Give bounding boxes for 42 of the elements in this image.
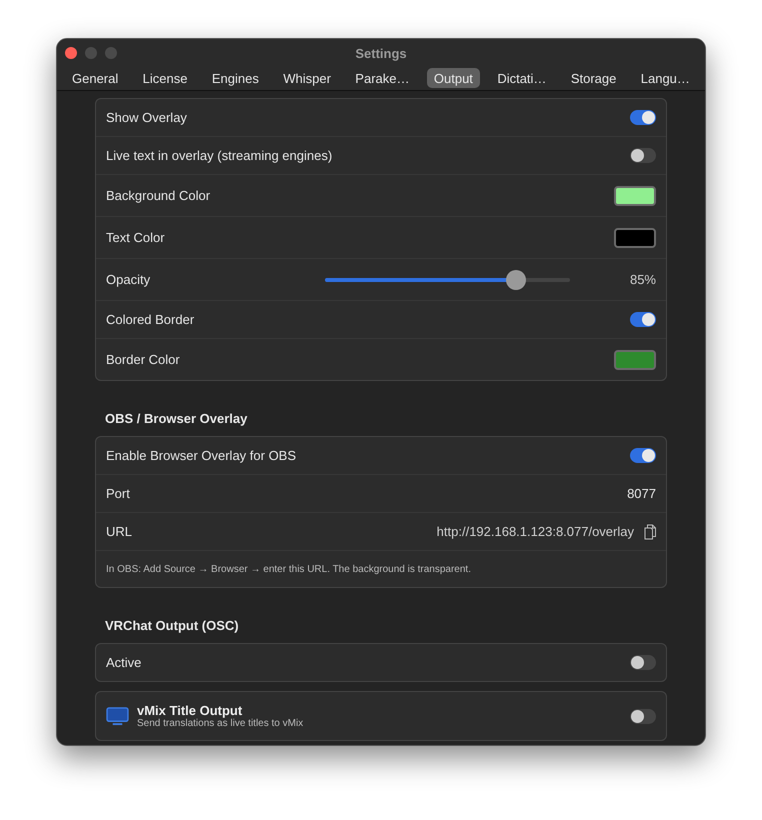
tab[interactable]: Langu… [634,68,697,88]
monitor-icon [106,706,129,726]
setting-label: Port [106,486,130,501]
setting-label: Enable Browser Overlay for OBS [106,448,296,463]
slider-thumb[interactable] [506,270,526,290]
close-button[interactable] [65,47,77,59]
color-well[interactable] [614,228,656,248]
toggle-switch[interactable] [630,448,656,463]
section-heading: VRChat Output (OSC) [104,617,240,635]
setting-label: Live text in overlay (streaming engines) [106,148,332,163]
toggle-switch[interactable] [630,708,656,724]
window-title: Settings [355,46,407,60]
help-text: In OBS: Add Source → Browser → enter this URL. The background is transparent. [106,564,471,574]
color-well[interactable] [614,186,656,206]
setting-label: Background Color [106,188,210,203]
feature-title: vMix Title Output [137,703,244,718]
setting-label: Colored Border [106,312,194,327]
opacity-value: 85% [630,272,656,287]
tab[interactable]: Output [426,68,480,88]
copy-icon[interactable] [644,524,656,540]
setting-label: Text Color [106,230,165,245]
toggle-switch[interactable] [630,655,656,670]
setting-label: Active [106,655,142,670]
setting-label: URL [106,524,132,539]
toggle-switch[interactable] [630,110,656,125]
tab[interactable]: Parake… [348,68,416,88]
tab[interactable]: General [65,68,126,88]
url-value: http://192.168.1.123:8.077/overlay [436,524,634,539]
section-heading: OBS / Browser Overlay [104,410,248,428]
setting-label: Show Overlay [106,110,187,125]
feature-subtitle: Send translations as live titles to vMix [137,718,304,729]
tab[interactable]: License [136,68,194,88]
toggle-switch[interactable] [630,312,656,327]
setting-label: Border Color [106,352,180,367]
setting-label: Opacity [106,272,150,287]
tab[interactable]: Engines [204,68,266,88]
toggle-switch[interactable] [630,148,656,163]
tab[interactable]: Storage [564,68,624,88]
tab[interactable]: Dictati… [490,68,554,88]
port-value: 8077 [627,486,656,501]
color-well[interactable] [614,350,656,370]
tab[interactable]: Whisper [276,68,338,88]
